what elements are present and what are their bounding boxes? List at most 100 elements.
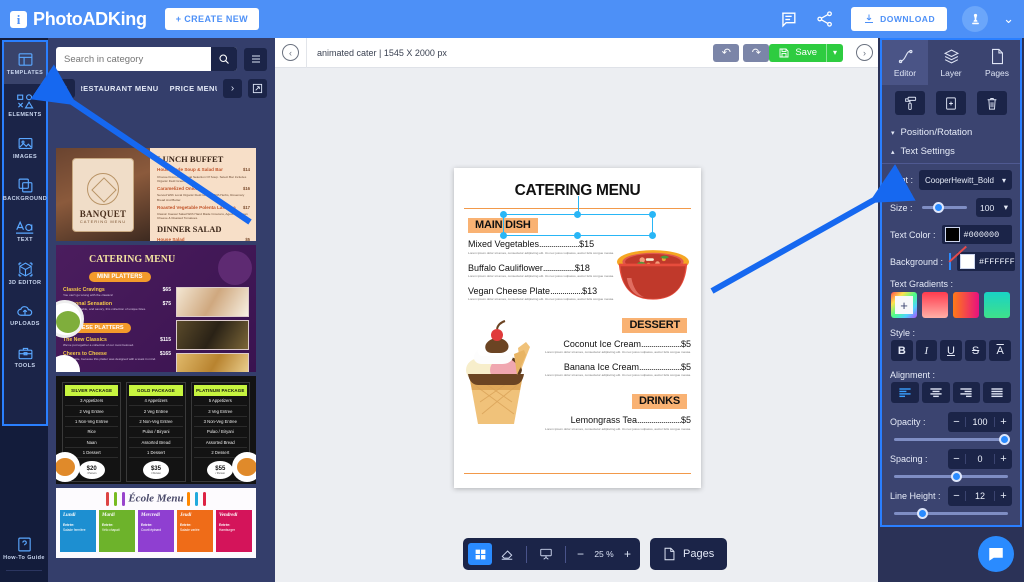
category-next-button[interactable]: › xyxy=(223,79,242,98)
list-item[interactable]: BANQUET CATERING MENU LUNCH BUFFET House… xyxy=(56,148,256,241)
uppercase-button[interactable]: A xyxy=(989,340,1011,361)
expand-icon[interactable] xyxy=(248,79,267,98)
size-slider[interactable] xyxy=(921,202,967,213)
collapse-left-icon[interactable]: ‹ xyxy=(282,44,299,61)
spacing-stepper[interactable]: − 0 + xyxy=(948,449,1012,469)
soup-bowl-illustration[interactable] xyxy=(607,242,699,314)
spacing-minus-button[interactable]: − xyxy=(948,453,965,465)
share-icon[interactable] xyxy=(814,8,836,30)
sidebar-item-templates[interactable]: TEMPLATES xyxy=(4,42,46,84)
canvas[interactable]: CATERING MENU MAIN DISH Mixed Vegetables… xyxy=(275,68,878,582)
create-new-button[interactable]: + CREATE NEW xyxy=(164,8,260,30)
sidebar-item-background[interactable]: BACKGROUND xyxy=(3,168,47,210)
opacity-plus-button[interactable]: + xyxy=(995,416,1012,428)
background-color-swatch[interactable] xyxy=(960,254,976,269)
spacing-slider[interactable] xyxy=(894,471,1008,482)
selection-handle-bc[interactable] xyxy=(574,232,581,239)
align-center-button[interactable] xyxy=(921,382,950,403)
add-gradient-button[interactable]: + xyxy=(891,292,917,318)
selection-handle-bl[interactable] xyxy=(500,232,507,239)
sidebar-item-uploads[interactable]: UPLOADS xyxy=(4,294,46,336)
duplicate-icon[interactable] xyxy=(935,91,966,115)
paint-roller-icon[interactable] xyxy=(895,91,926,115)
italic-button[interactable]: I xyxy=(915,340,938,361)
sidebar-item-text[interactable]: TEXT xyxy=(4,210,46,252)
zoom-out-button[interactable]: − xyxy=(573,547,588,561)
section-text-settings[interactable]: ▴ Text Settings xyxy=(882,142,1020,161)
search-icon[interactable] xyxy=(211,47,237,71)
tab-editor[interactable]: Editor xyxy=(882,40,928,85)
slider-knob[interactable] xyxy=(951,471,962,482)
text-color-swatch[interactable] xyxy=(944,227,960,242)
present-icon[interactable] xyxy=(534,543,558,565)
search-box[interactable] xyxy=(56,47,237,71)
spacing-plus-button[interactable]: + xyxy=(995,453,1012,465)
selection-handle-tl[interactable] xyxy=(500,211,507,218)
search-input[interactable] xyxy=(56,53,211,65)
line-height-minus-button[interactable]: − xyxy=(948,490,965,502)
text-color-field[interactable]: #000000 xyxy=(941,225,1012,244)
undo-icon[interactable]: ↶ xyxy=(713,43,740,62)
grid-view-icon[interactable] xyxy=(468,543,492,565)
chat-bubble-icon[interactable] xyxy=(978,536,1014,572)
category-prev-button[interactable]: ‹ xyxy=(56,79,75,98)
selection-box[interactable] xyxy=(500,196,656,239)
how-to-guide-button[interactable]: How-To Guide xyxy=(0,526,48,570)
gradient-teal-swatch[interactable] xyxy=(984,292,1010,318)
bold-button[interactable]: B xyxy=(891,340,913,361)
underline-button[interactable]: U xyxy=(940,340,962,361)
font-select[interactable]: CooperHewitt_Bold ▾ xyxy=(919,170,1012,190)
trash-icon[interactable] xyxy=(976,91,1007,115)
selection-handle-br[interactable] xyxy=(649,232,656,239)
list-item[interactable]: SILVER PACKAGE 3 Appetizers 2 Veg Entree… xyxy=(56,376,256,484)
redo-icon[interactable]: ↷ xyxy=(743,43,770,62)
list-item[interactable]: CATERING MENU MINI PLATTERS Classic Crav… xyxy=(56,245,256,372)
opacity-stepper[interactable]: − 100 + xyxy=(948,412,1012,432)
save-dropdown-caret[interactable]: ▾ xyxy=(827,45,843,60)
no-color-icon[interactable] xyxy=(949,253,952,270)
collapse-right-icon[interactable]: › xyxy=(856,44,873,61)
section-position-rotation[interactable]: ▾ Position/Rotation xyxy=(882,123,1020,142)
section-heading[interactable]: DESSERT xyxy=(622,317,687,333)
tab-layer[interactable]: Layer xyxy=(928,40,974,85)
ice-cream-sundae-illustration[interactable] xyxy=(456,318,536,433)
gradient-red-swatch[interactable] xyxy=(922,292,948,318)
background-color-field[interactable]: #FFFFFF xyxy=(957,252,1015,271)
slider-knob[interactable] xyxy=(933,202,945,213)
sidebar-item-tools[interactable]: TOOLS xyxy=(4,336,46,378)
app-logo[interactable]: i PhotoADKing xyxy=(10,9,147,30)
sidebar-item-3d-editor[interactable]: 3D EDITOR xyxy=(4,252,46,294)
sidebar-item-elements[interactable]: ELEMENTS xyxy=(4,84,46,126)
eraser-icon[interactable] xyxy=(495,543,519,565)
zoom-in-button[interactable]: + xyxy=(620,547,635,561)
category-price-menu[interactable]: PRICE MENU xyxy=(170,84,217,93)
size-select[interactable]: 100 ▾ xyxy=(976,198,1012,217)
pages-button[interactable]: Pages xyxy=(650,538,728,570)
sidebar-item-images[interactable]: IMAGES xyxy=(4,126,46,168)
align-right-button[interactable] xyxy=(952,382,981,403)
download-button[interactable]: DOWNLOAD xyxy=(851,7,948,31)
strikethrough-button[interactable]: S xyxy=(964,340,987,361)
slider-knob[interactable] xyxy=(999,434,1010,445)
tab-pages[interactable]: Pages xyxy=(974,40,1020,85)
list-item[interactable]: École Menu Lundi Entrée: Salade fermière… xyxy=(56,488,256,558)
list-view-icon[interactable] xyxy=(244,47,267,71)
account-chevron-down-icon[interactable]: ⌄ xyxy=(1003,11,1014,27)
align-left-button[interactable] xyxy=(891,382,919,403)
opacity-minus-button[interactable]: − xyxy=(948,416,965,428)
save-button[interactable]: Save ▾ xyxy=(769,43,843,62)
line-height-plus-button[interactable]: + xyxy=(995,490,1012,502)
comment-icon[interactable] xyxy=(777,8,799,30)
section-heading[interactable]: DRINKS xyxy=(632,394,687,410)
selection-handle-tc[interactable] xyxy=(574,211,581,218)
category-restaurant-menu[interactable]: RESTAURANT MENU xyxy=(81,84,159,93)
line-height-stepper[interactable]: − 12 + xyxy=(948,486,1012,506)
line-height-slider[interactable] xyxy=(894,508,1008,519)
opacity-slider[interactable] xyxy=(894,434,1010,445)
align-justify-button[interactable] xyxy=(983,382,1011,403)
gradient-orange-magenta-swatch[interactable] xyxy=(953,292,979,318)
selection-handle-tr[interactable] xyxy=(649,211,656,218)
slider-knob[interactable] xyxy=(916,508,928,519)
shortcut-keys-button[interactable]: Shortcut Keys xyxy=(0,571,48,582)
avatar[interactable] xyxy=(962,6,989,32)
